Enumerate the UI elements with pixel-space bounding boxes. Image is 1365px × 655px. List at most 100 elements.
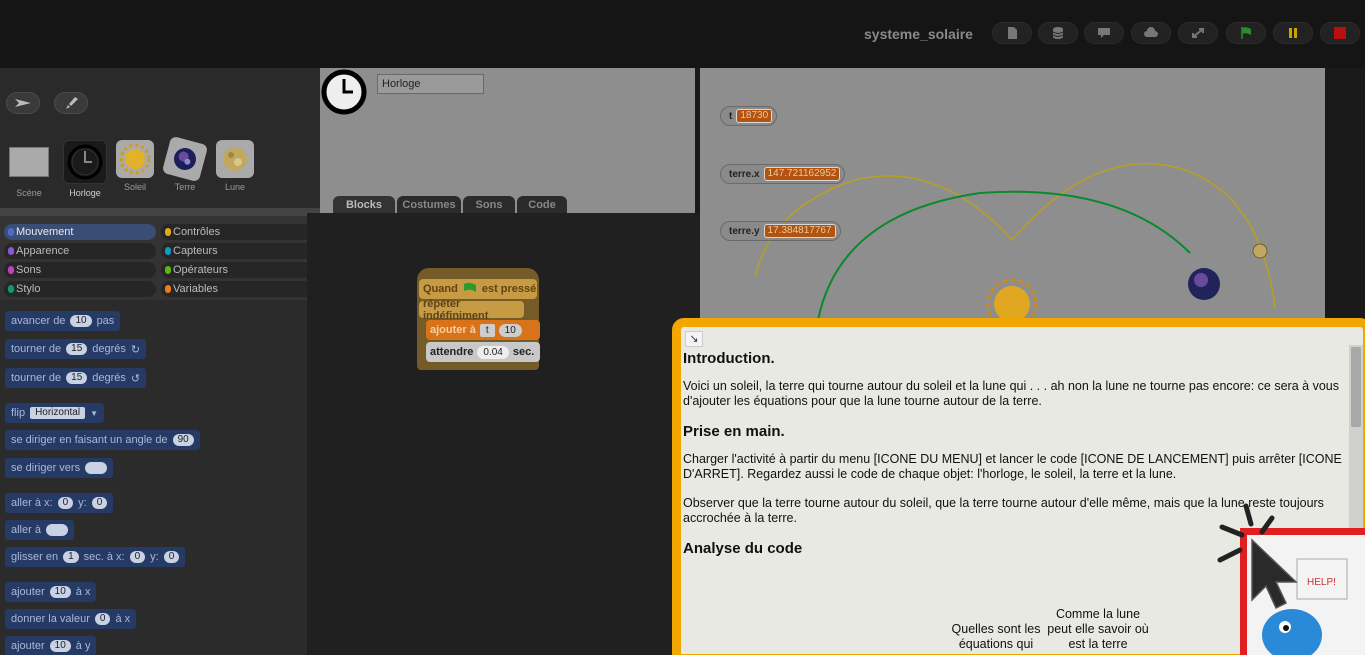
scrollbar-thumb[interactable] (1351, 347, 1361, 427)
y-input[interactable]: 0 (91, 497, 108, 509)
tab-sounds[interactable]: Sons (463, 196, 515, 214)
variable-watcher-terre-x[interactable]: terre.x 147.721162952 (720, 164, 846, 184)
block-text: degrés (92, 343, 126, 355)
block-text: glisser en (11, 551, 59, 563)
x-input[interactable]: 0 (129, 551, 146, 563)
change-y-block[interactable]: ajouter 10 à y (5, 636, 97, 655)
watcher-label: t (729, 110, 733, 122)
clock-icon (63, 140, 107, 184)
steps-input[interactable]: 10 (70, 315, 92, 327)
stage[interactable]: t 18730 terre.x 147.721162952 terre.y 17… (700, 68, 1325, 328)
direction-input[interactable]: 90 (172, 434, 194, 446)
watcher-value: 147.721162952 (763, 167, 841, 181)
seconds-input[interactable]: 1 (63, 551, 79, 563)
block-text: donner la valeur (11, 613, 90, 625)
category-sensing[interactable]: Capteurs (161, 243, 313, 259)
cloud-button[interactable] (1131, 22, 1171, 44)
seconds-input[interactable]: 0.04 (477, 345, 509, 359)
clock-icon (321, 69, 367, 115)
point-towards-block[interactable]: se diriger vers (5, 458, 114, 478)
block-text: y: (78, 497, 87, 509)
brush-icon (66, 97, 78, 109)
set-x-block[interactable]: donner la valeur 0 à x (5, 609, 137, 629)
corral-sprite-label: Soleil (123, 182, 146, 192)
corral-sprite-terre[interactable]: Terre (161, 135, 209, 192)
turn-counterclockwise-block[interactable]: tourner de 15 degrés ↺ (5, 368, 147, 388)
turn-clockwise-block[interactable]: tourner de 15 degrés ↻ (5, 339, 147, 359)
corral-sprite-horloge[interactable]: Horloge (61, 140, 109, 198)
variable-watcher-terre-y[interactable]: terre.y 17.384817767 (720, 221, 841, 241)
category-pen[interactable]: Stylo (4, 281, 156, 297)
tab-costumes[interactable]: Costumes (397, 196, 461, 214)
forever-block[interactable]: répéter indéfiniment (419, 298, 524, 322)
y-input[interactable]: 0 (163, 551, 180, 563)
file-menu-button[interactable] (992, 22, 1032, 44)
category-variables[interactable]: Variables (161, 281, 313, 297)
target-dropdown[interactable] (45, 524, 68, 536)
target-dropdown[interactable] (85, 462, 108, 474)
block-text: à x (75, 586, 91, 598)
change-variable-block[interactable]: ajouter à t 10 (426, 320, 540, 340)
value-input[interactable]: 10 (49, 586, 71, 598)
block-text: à x (115, 613, 131, 625)
flip-dropdown[interactable]: Horizontal (30, 407, 86, 419)
table-cell: Comme la lune peut elle savoir où est la… (1047, 607, 1149, 651)
category-sound[interactable]: Sons (4, 262, 156, 278)
degrees-input[interactable]: 15 (66, 343, 88, 355)
block-text: avancer de (11, 315, 66, 327)
category-looks[interactable]: Apparence (4, 243, 156, 259)
comment-button[interactable] (1084, 22, 1124, 44)
value-input[interactable]: 0 (94, 613, 111, 625)
tab-blocks[interactable]: Blocks (333, 196, 395, 214)
corral-sprite-lune[interactable]: Lune (211, 140, 259, 192)
rotate-ccw-icon: ↺ (130, 372, 141, 385)
category-operators[interactable]: Opérateurs (161, 262, 313, 278)
table-cell: Quelles sont les équations qui (951, 622, 1041, 651)
stage-margin (1325, 68, 1365, 328)
top-bar: systeme_solaire (0, 0, 1365, 68)
value-input[interactable]: 10 (49, 640, 71, 652)
go-to-xy-block[interactable]: aller à x: 0 y: 0 (5, 493, 114, 513)
category-control[interactable]: Contrôles (161, 224, 313, 240)
x-input[interactable]: 0 (57, 497, 74, 509)
block-text: sec. à x: (83, 551, 125, 563)
help-heading-introduction: Introduction. (683, 350, 775, 367)
paint-button[interactable] (54, 92, 88, 114)
stage-size-button[interactable] (1178, 22, 1218, 44)
when-flag-clicked-block[interactable]: Quand est pressé (419, 279, 537, 299)
corral-sprite-label: Horloge (69, 188, 101, 198)
moon-icon (216, 140, 254, 178)
block-text: flip (11, 407, 26, 419)
variable-dropdown[interactable]: t (479, 323, 495, 337)
tab-code[interactable]: Code (517, 196, 567, 214)
flip-block[interactable]: flip Horizontal ▼ (5, 403, 105, 423)
palette-divider (0, 208, 320, 216)
arrow-icon (15, 99, 31, 107)
stop-button[interactable] (1320, 22, 1360, 44)
chevron-down-icon: ▼ (90, 408, 99, 418)
scripting-area[interactable]: Quand est pressé répéter indéfiniment aj… (307, 213, 700, 655)
corral-sprite-scene[interactable]: Scène (5, 140, 53, 198)
wait-block[interactable]: attendre 0.04 sec. (426, 342, 540, 362)
pause-button[interactable] (1273, 22, 1313, 44)
green-flag-icon (1241, 27, 1251, 39)
degrees-input[interactable]: 15 (66, 372, 88, 384)
green-flag-button[interactable] (1226, 22, 1266, 44)
go-to-block[interactable]: aller à (5, 520, 74, 540)
turtle-button[interactable] (6, 92, 40, 114)
database-icon (1052, 27, 1064, 39)
move-block[interactable]: avancer de 10 pas (5, 311, 121, 331)
glide-block[interactable]: glisser en 1 sec. à x: 0 y: 0 (5, 547, 186, 567)
change-x-block[interactable]: ajouter 10 à x (5, 582, 97, 602)
cloud-menu-button[interactable] (1038, 22, 1078, 44)
point-direction-block[interactable]: se diriger en faisant un angle de 90 (5, 430, 200, 450)
variable-watcher-t[interactable]: t 18730 (720, 106, 778, 126)
scene-thumbnail (7, 140, 51, 184)
block-text: sec. (512, 346, 535, 358)
category-motion[interactable]: Mouvement (4, 224, 156, 240)
corral-sprite-soleil[interactable]: Soleil (111, 140, 159, 192)
block-text: attendre (430, 346, 474, 358)
value-input[interactable]: 10 (498, 323, 522, 337)
category-selector: Mouvement Contrôles Apparence Capteurs S… (0, 216, 320, 300)
sprite-name-field[interactable] (377, 74, 484, 94)
